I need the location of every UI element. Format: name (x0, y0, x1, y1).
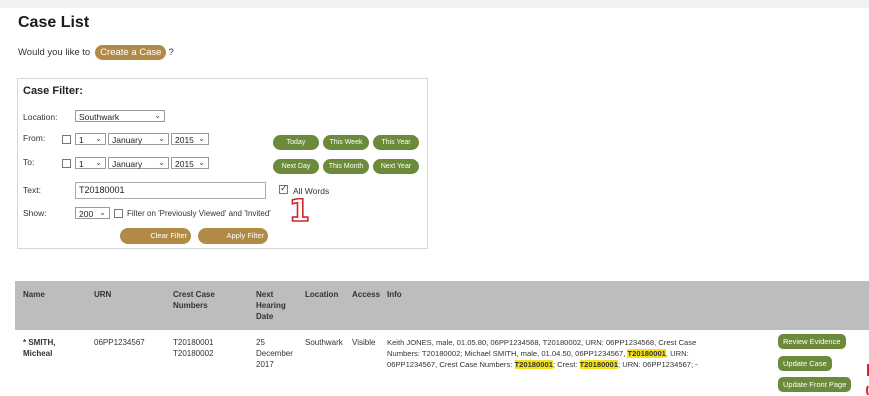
to-label: To: (23, 157, 35, 167)
chevron-down-icon: ⌄ (95, 134, 102, 143)
date-line3: 2017 (256, 360, 274, 369)
info-text: , URN: (665, 349, 689, 358)
cell-hearing-date: 25 December 2017 (256, 337, 293, 370)
col-urn: URN (94, 290, 112, 299)
clear-filter-button[interactable]: Clear Filter (120, 228, 191, 244)
from-day-select[interactable]: 1 ⌄ (75, 133, 106, 145)
crest-number-1: T20180001 (173, 338, 214, 347)
to-month-value: January (112, 159, 143, 169)
chevron-down-icon: ⌄ (198, 158, 205, 167)
col-hearing: Next Hearing Date (256, 289, 286, 322)
cell-name[interactable]: * SMITH, Micheal (23, 337, 55, 359)
chevron-down-icon: ⌄ (95, 158, 102, 167)
review-evidence-button[interactable]: Review Evidence (778, 334, 846, 349)
col-location: Location (305, 290, 339, 299)
info-line1: Keith JONES, male, 01.05.80, 06PP1234568… (387, 338, 697, 347)
annotation-mark (866, 364, 869, 396)
info-line3: 06PP1234567, Crest Case Numbers: T201800… (387, 359, 772, 370)
from-year-value: 2015 (175, 135, 194, 145)
from-month-select[interactable]: January ⌄ (108, 133, 169, 145)
next-year-button[interactable]: Next Year (373, 159, 419, 174)
name-line2: Micheal (23, 349, 53, 358)
col-crest-line1: Crest Case (173, 290, 215, 299)
info-text: 06PP1234567, Crest Case Numbers: (387, 360, 513, 369)
name-line1: * SMITH, (23, 338, 56, 347)
location-select[interactable]: Southwark ⌄ (75, 110, 165, 122)
cell-location: Southwark (305, 338, 343, 347)
cell-access: Visible (352, 338, 376, 347)
location-value: Southwark (79, 112, 120, 122)
highlight-match: T20180001 (514, 360, 553, 369)
col-hearing-line3: Date (256, 312, 274, 321)
prompt-suffix: ? (168, 47, 174, 58)
this-week-button[interactable]: This Week (323, 135, 369, 150)
info-text: ; URN: 06PP1234567; - (617, 360, 698, 369)
prompt-text: Would you like to (18, 47, 91, 58)
previously-viewed-label: Filter on 'Previously Viewed' and 'Invit… (127, 209, 271, 218)
filter-title: Case Filter: (23, 85, 83, 97)
this-month-button[interactable]: This Month (323, 159, 369, 174)
chevron-down-icon: ⌄ (99, 208, 106, 217)
annotation-number: 1 (288, 194, 310, 229)
to-day-value: 1 (79, 159, 84, 169)
to-year-select[interactable]: 2015 ⌄ (171, 157, 209, 169)
show-count-value: 200 (79, 209, 94, 219)
create-case-prompt: Would you like to Create a Case ? (18, 45, 174, 60)
to-month-select[interactable]: January ⌄ (108, 157, 169, 169)
col-crest: Crest Case Numbers (173, 289, 215, 311)
info-text: ; Crest: (552, 360, 578, 369)
text-search-input[interactable]: T20180001 (75, 182, 266, 199)
show-label: Show: (23, 208, 47, 218)
col-hearing-line1: Next (256, 290, 274, 299)
col-crest-line2: Numbers (173, 301, 208, 310)
case-filter-panel: Case Filter: Location: Southwark ⌄ From: … (17, 78, 428, 249)
crest-number-2: T20180002 (173, 349, 214, 358)
col-access: Access (352, 290, 381, 299)
col-hearing-line2: Hearing (256, 301, 286, 310)
from-year-select[interactable]: 2015 ⌄ (171, 133, 209, 145)
table-row: * SMITH, Micheal 06PP1234567 T20180001 T… (15, 330, 869, 396)
location-label: Location: (23, 112, 58, 122)
to-checkbox[interactable] (62, 159, 71, 168)
highlight-match: T20180001 (627, 349, 666, 358)
info-text: Numbers: T20180002; Michael SMITH, male,… (387, 349, 626, 358)
col-name: Name (23, 290, 45, 299)
from-label: From: (23, 133, 46, 143)
today-button[interactable]: Today (273, 135, 319, 150)
date-line1: 25 (256, 338, 265, 347)
from-month-value: January (112, 135, 143, 145)
date-line2: December (256, 349, 293, 358)
table-header: Name URN Crest Case Numbers Next Hearing… (15, 281, 869, 330)
text-label: Text: (23, 185, 41, 195)
to-day-select[interactable]: 1 ⌄ (75, 157, 106, 169)
this-year-button[interactable]: This Year (373, 135, 419, 150)
chevron-down-icon: ⌄ (154, 111, 161, 120)
previously-viewed-checkbox[interactable] (114, 209, 123, 218)
chevron-down-icon: ⌄ (158, 158, 165, 167)
update-case-button[interactable]: Update Case (778, 356, 832, 371)
chevron-down-icon: ⌄ (198, 134, 205, 143)
info-line2: Numbers: T20180002; Michael SMITH, male,… (387, 348, 772, 359)
show-count-select[interactable]: 200 ⌄ (75, 207, 110, 219)
from-checkbox[interactable] (62, 135, 71, 144)
create-case-button[interactable]: Create a Case (95, 45, 167, 60)
all-words-checkbox[interactable] (279, 183, 288, 194)
next-day-button[interactable]: Next Day (273, 159, 319, 174)
cell-crest: T20180001 T20180002 (173, 337, 213, 359)
cell-info: Keith JONES, male, 01.05.80, 06PP1234568… (387, 337, 772, 370)
from-day-value: 1 (79, 135, 84, 145)
page-title: Case List (18, 14, 90, 31)
top-strip (0, 0, 869, 8)
highlight-match: T20180001 (579, 360, 618, 369)
apply-filter-button[interactable]: Apply Filter (198, 228, 268, 244)
cell-urn: 06PP1234567 (94, 338, 145, 347)
to-year-value: 2015 (175, 159, 194, 169)
chevron-down-icon: ⌄ (158, 134, 165, 143)
update-front-page-button[interactable]: Update Front Page (778, 377, 852, 392)
col-info: Info (387, 290, 402, 299)
